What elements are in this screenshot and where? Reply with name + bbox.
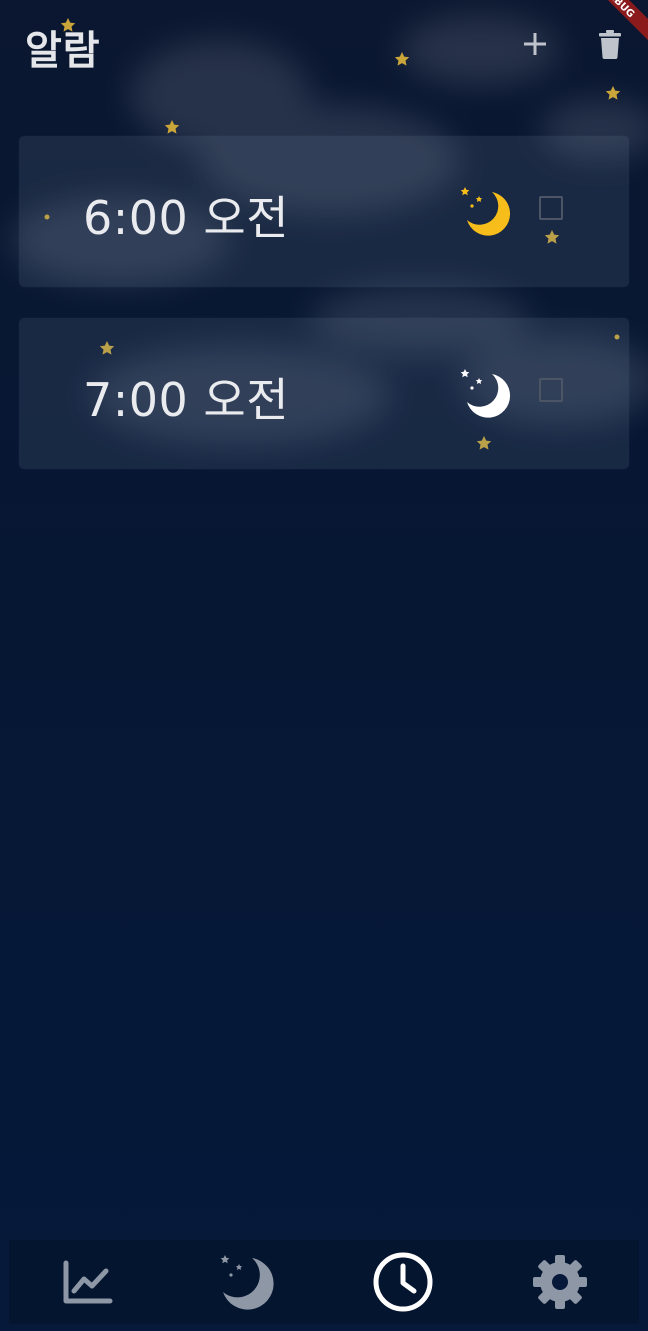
bottom-navigation bbox=[9, 1240, 639, 1324]
alarm-checkbox[interactable] bbox=[539, 196, 563, 220]
nav-item-sleep[interactable] bbox=[205, 1242, 285, 1322]
alarm-item[interactable]: 6:00 오전 bbox=[19, 136, 629, 287]
alarm-screen: 알람 DEBUG 6:00 오전 7:00 오전 bbox=[0, 0, 648, 1331]
page-title: 알람 bbox=[25, 28, 101, 74]
moon-stars-icon bbox=[460, 369, 511, 418]
nav-item-settings[interactable] bbox=[520, 1242, 600, 1322]
moon-stars-icon bbox=[220, 1255, 274, 1310]
plus-icon bbox=[524, 33, 546, 55]
clock-icon bbox=[373, 1252, 433, 1312]
debug-banner: DEBUG bbox=[600, 0, 648, 48]
nav-item-alarm[interactable] bbox=[363, 1242, 443, 1322]
add-alarm-button[interactable] bbox=[513, 22, 557, 66]
gear-icon bbox=[533, 1255, 588, 1309]
nav-item-statistics[interactable] bbox=[48, 1242, 128, 1322]
alarm-item[interactable]: 7:00 오전 bbox=[19, 318, 629, 469]
chart-line-icon bbox=[63, 1260, 113, 1304]
alarm-checkbox[interactable] bbox=[539, 378, 563, 402]
moon-stars-icon bbox=[460, 187, 511, 236]
alarm-time: 6:00 오전 bbox=[83, 191, 290, 245]
alarm-time: 7:00 오전 bbox=[83, 373, 290, 427]
debug-banner-label: DEBUG bbox=[600, 0, 637, 21]
